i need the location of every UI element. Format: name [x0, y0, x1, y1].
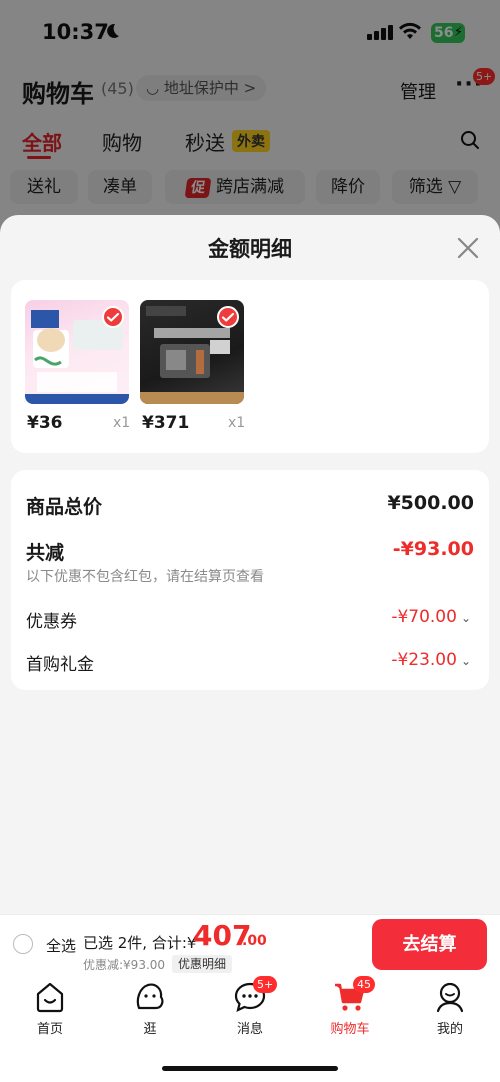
- amount-detail-sheet: 金额明细 ¥36 x1 ¥371 x1 商品总价 ¥500.00 共减 -¥93…: [0, 215, 500, 915]
- products-card: ¥36 x1 ¥371 x1: [11, 280, 489, 453]
- coupon-row[interactable]: 优惠券 -¥70.00 ⌄: [11, 607, 489, 633]
- coupon-value: -¥70.00: [391, 607, 457, 627]
- cart-badge: 45: [353, 976, 375, 993]
- selected-check-icon: [217, 306, 239, 328]
- close-icon[interactable]: [455, 235, 481, 261]
- checkout-button[interactable]: 去结算: [372, 919, 487, 970]
- message-icon-wrap: 5+: [233, 976, 278, 1014]
- tab-label: 逛: [143, 1022, 157, 1037]
- first-purchase-value: -¥23.00: [391, 650, 457, 670]
- selected-check-icon: [102, 306, 124, 328]
- reduce-note: 以下优惠不包含红包，请在结算页查看: [26, 569, 264, 585]
- total-value: ¥500.00: [387, 492, 474, 514]
- total-label: 商品总价: [26, 496, 103, 518]
- product-item[interactable]: ¥36 x1: [25, 300, 130, 433]
- coupon-label: 优惠券: [26, 612, 77, 632]
- home-indicator: [162, 1066, 338, 1071]
- product-image: [140, 300, 244, 404]
- discount-summary: 优惠减:¥93.00: [83, 958, 166, 972]
- total-row: 商品总价 ¥500.00: [11, 492, 489, 518]
- product-item[interactable]: ¥371 x1: [140, 300, 245, 433]
- profile-icon: [436, 982, 464, 1013]
- reduce-label: 共减: [26, 542, 65, 564]
- product-qty: x1: [228, 415, 246, 431]
- tab-label: 我的: [436, 1022, 463, 1037]
- tab-label: 消息: [236, 1022, 263, 1037]
- tab-me[interactable]: 我的: [415, 980, 485, 1037]
- first-purchase-label: 首购礼金: [26, 655, 94, 675]
- selected-summary: 已选 2件, 合计:¥: [83, 934, 197, 952]
- sheet-title: 金额明细: [208, 237, 292, 261]
- total-amount-dec: .00: [242, 933, 267, 949]
- discount-detail-button[interactable]: 优惠明细: [172, 955, 233, 973]
- first-purchase-value-wrap: -¥23.00 ⌄: [391, 650, 471, 670]
- tab-browse[interactable]: 逛: [115, 980, 185, 1037]
- first-purchase-row[interactable]: 首购礼金 -¥23.00 ⌄: [11, 650, 489, 676]
- product-price: ¥371: [142, 413, 190, 433]
- browse-icon: [136, 983, 164, 1010]
- select-all-checkbox[interactable]: [13, 934, 33, 954]
- price-summary-card: 商品总价 ¥500.00 共减 -¥93.00 以下优惠不包含红包，请在结算页查…: [11, 470, 489, 690]
- select-all-label[interactable]: 全选: [46, 935, 76, 956]
- home-icon: [36, 982, 64, 1013]
- checkout-bar: 全选 已选 2件, 合计:¥ 407 .00 优惠减:¥93.00 优惠明细 去…: [0, 914, 500, 974]
- chevron-down-icon: ⌄: [460, 611, 471, 625]
- chevron-down-icon: ⌄: [460, 654, 471, 668]
- message-badge: 5+: [253, 976, 278, 993]
- tab-label: 购物车: [330, 1022, 370, 1037]
- product-image: [25, 300, 129, 404]
- tab-home[interactable]: 首页: [15, 980, 85, 1037]
- reduce-row: 共减 -¥93.00: [11, 538, 489, 564]
- reduce-value: -¥93.00: [392, 538, 474, 560]
- overlay-dim[interactable]: [0, 0, 500, 240]
- tab-messages[interactable]: 5+ 消息: [215, 976, 285, 1037]
- cart-icon-wrap: 45: [333, 976, 375, 1014]
- coupon-value-wrap: -¥70.00 ⌄: [391, 607, 471, 627]
- product-qty: x1: [113, 415, 131, 431]
- tab-label: 首页: [36, 1022, 63, 1037]
- product-price: ¥36: [27, 413, 63, 433]
- tab-cart[interactable]: 45 购物车: [315, 976, 385, 1037]
